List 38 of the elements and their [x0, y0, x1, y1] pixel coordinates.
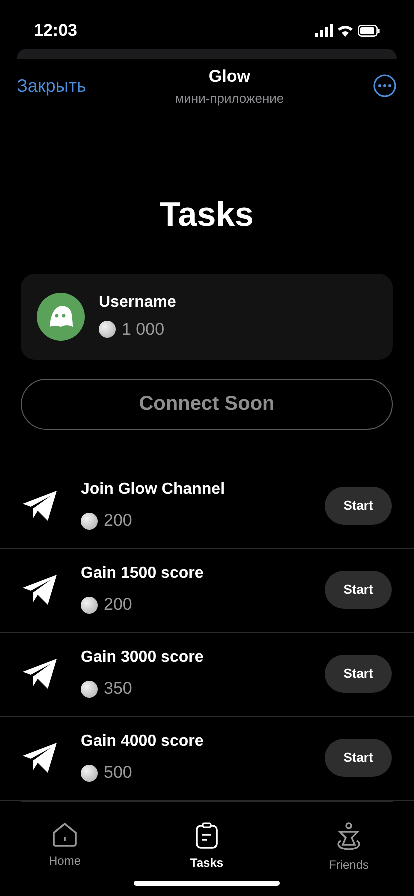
start-button[interactable]: Start [325, 739, 392, 778]
page-title: Tasks [160, 194, 254, 236]
task-reward: 200 [104, 510, 132, 532]
start-button[interactable]: Start [325, 487, 392, 526]
coin-icon [81, 512, 98, 530]
status-time: 12:03 [34, 20, 78, 42]
balance: 1 000 [122, 319, 165, 342]
coin-icon [81, 680, 98, 698]
start-button[interactable]: Start [325, 655, 392, 694]
coin-icon [99, 321, 116, 338]
start-button[interactable]: Start [325, 571, 392, 610]
task-reward: 200 [104, 594, 132, 616]
app-title: Glow [208, 66, 250, 88]
home-icon [52, 822, 78, 848]
nav-tab[interactable]: Home [25, 822, 105, 896]
paper-plane-icon [21, 489, 59, 524]
task-title: Gain 3000 score [81, 648, 205, 668]
signal-icon [315, 24, 333, 38]
battery-icon [358, 24, 380, 37]
coin-icon [81, 596, 98, 614]
nav-tab[interactable]: Friends [309, 822, 389, 896]
username: Username [99, 293, 176, 314]
paper-plane-icon [21, 573, 59, 608]
task-reward: 350 [104, 678, 132, 700]
ghost-avatar [37, 292, 85, 341]
task-title: Join Glow Channel [81, 480, 226, 500]
paper-plane-icon [21, 741, 59, 776]
wifi-icon [338, 24, 353, 37]
task-reward: 500 [104, 762, 132, 784]
nav-tab[interactable]: Tasks [167, 822, 247, 896]
task-title: Gain 4000 score [81, 732, 205, 752]
app-subtitle: мини-приложение [175, 90, 284, 108]
clipboard-icon [195, 822, 219, 850]
task-title: Gain 1500 score [81, 564, 205, 584]
coin-icon [81, 764, 98, 782]
paper-plane-icon [21, 657, 59, 692]
more-icon[interactable] [373, 74, 397, 98]
close-link[interactable]: Закрыть [17, 72, 86, 100]
